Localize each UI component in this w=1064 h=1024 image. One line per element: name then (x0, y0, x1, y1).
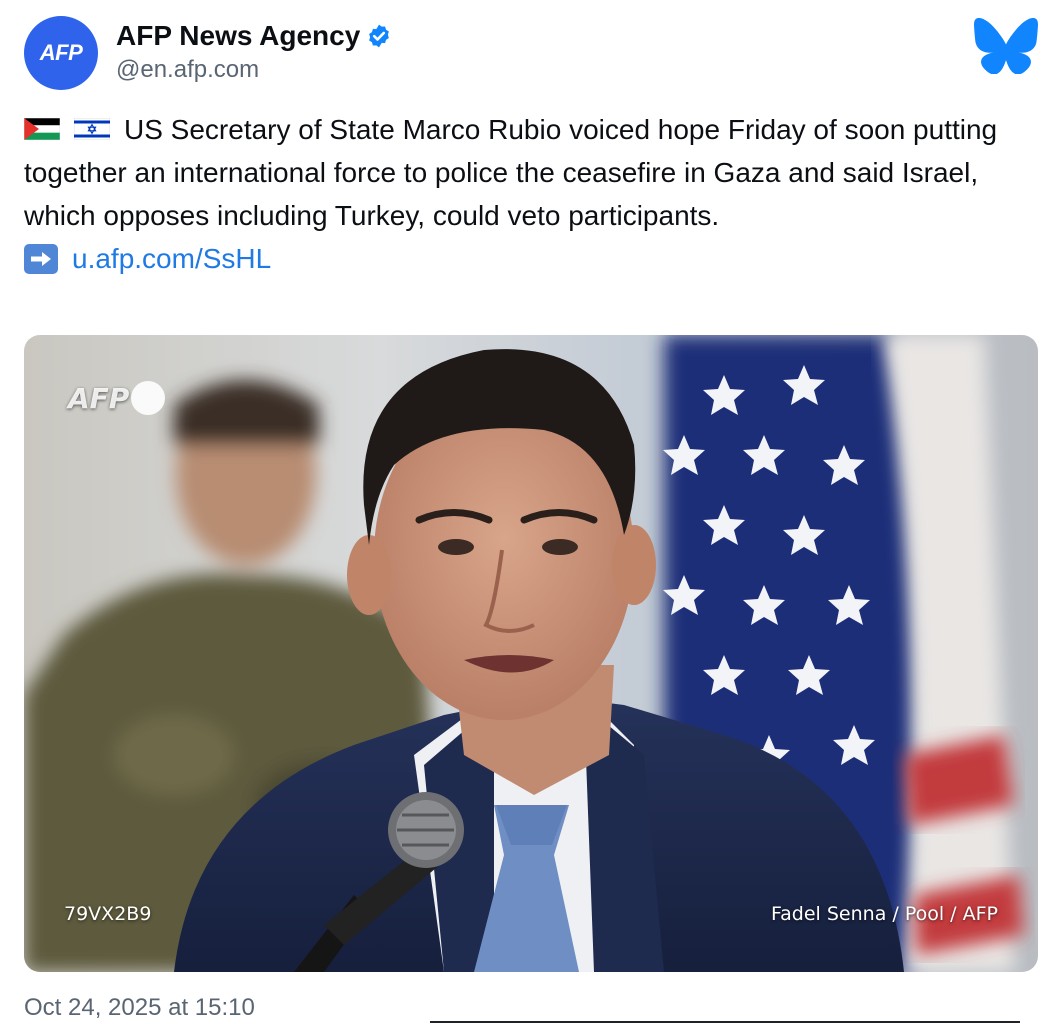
author-display-name[interactable]: AFP News Agency (116, 20, 360, 52)
link-line: u.afp.com/SsHL (24, 237, 1034, 280)
right-arrow-icon (24, 243, 58, 274)
israel-flag-icon (74, 117, 110, 140)
watermark-text: AFP (68, 381, 130, 415)
bluesky-butterfly-icon[interactable] (972, 18, 1040, 74)
author-avatar[interactable]: AFP (24, 16, 98, 90)
watermark-dot-icon (131, 381, 166, 415)
post-text: US Secretary of State Marco Rubio voiced… (24, 114, 998, 231)
author-name-row: AFP News Agency (116, 16, 392, 56)
verified-badge-icon (369, 24, 390, 48)
post-timestamp[interactable]: Oct 24, 2025 at 15:10 (24, 994, 255, 1022)
post-body: US Secretary of State Marco Rubio voiced… (24, 108, 1034, 280)
press-conference-photo (24, 335, 1038, 972)
post-link[interactable]: u.afp.com/SsHL (72, 237, 271, 280)
divider (430, 1021, 1020, 1023)
palestine-flag-icon (24, 117, 60, 140)
avatar-text: AFP (39, 40, 83, 65)
image-credit: Fadel Senna / Pool / AFP (770, 903, 998, 925)
image-code: 79VX2B9 (64, 903, 152, 925)
afp-watermark: AFP (68, 381, 166, 415)
post-image[interactable]: AFP 79VX2B9 Fadel Senna / Pool / AFP (24, 335, 1038, 972)
author-handle[interactable]: @en.afp.com (116, 56, 259, 84)
